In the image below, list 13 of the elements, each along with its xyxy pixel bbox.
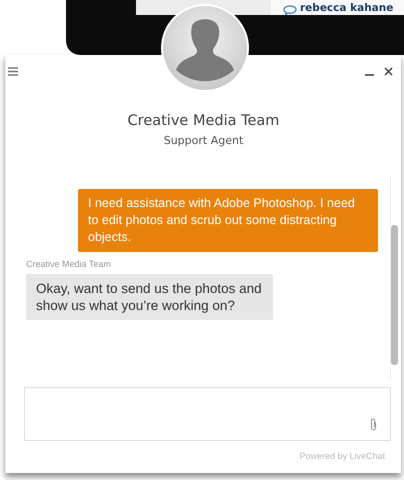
agent-name: Creative Media Team — [126, 113, 280, 129]
menu-icon[interactable] — [8, 66, 18, 76]
chat-bubble-icon — [283, 5, 297, 15]
agent-message: Okay, want to send us the photos and show us what you’re working on? — [26, 274, 273, 320]
close-icon[interactable] — [384, 66, 393, 76]
message-author: Creative Media Team — [26, 259, 112, 269]
scrollbar[interactable] — [391, 225, 398, 365]
powered-by-link[interactable]: Powered by LiveChat — [299, 451, 385, 461]
agent-role: Support Agent — [162, 134, 244, 147]
paperclip-icon[interactable] — [369, 417, 378, 432]
message-input[interactable] — [24, 387, 391, 441]
contact-name: rebecca kahane — [300, 2, 394, 15]
visitor-message: I need assistance with Adobe Photoshop. I need to edit photos and scrub out some distracting objects. — [78, 189, 378, 252]
